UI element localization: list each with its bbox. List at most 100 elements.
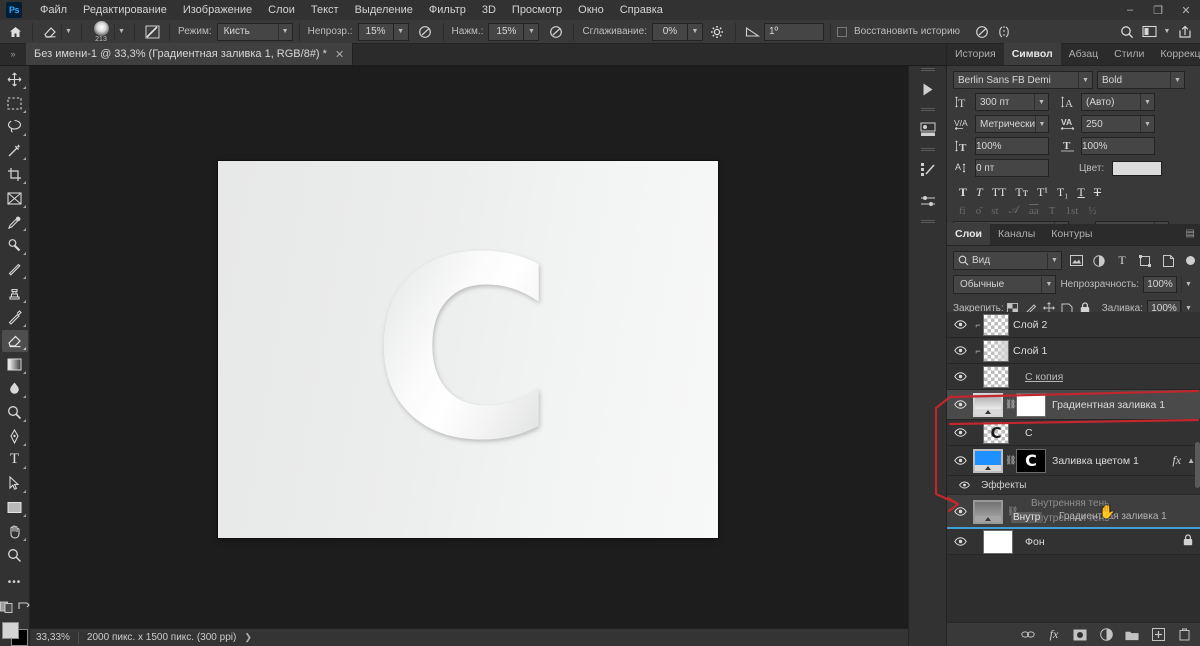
edit-toolbar-button[interactable]: ••• [2, 571, 28, 594]
leading-input[interactable]: (Авто) ▼ [1081, 93, 1155, 111]
standard-ligatures-button[interactable]: fi [959, 205, 966, 217]
layer-row-color-fill-1[interactable]: ⛓ C Заливка цветом 1 fx ▲ [947, 446, 1200, 476]
document-tab[interactable]: Без имени-1 @ 33,3% (Градиентная заливка… [26, 43, 354, 65]
layer-list[interactable]: ⌐ Слой 2 ⌐ Слой 1 С копия ⛓ Градиентная … [947, 312, 1200, 624]
panel-menu-icon[interactable]: ▤ [1180, 223, 1200, 245]
horizontal-scale-input[interactable]: 100% [1081, 137, 1155, 155]
layer-mask-icon[interactable] [1073, 628, 1087, 642]
eyedropper-tool[interactable] [2, 211, 28, 234]
tab-styles[interactable]: Стили [1106, 43, 1152, 65]
menu-item-edit[interactable]: Редактирование [75, 0, 175, 20]
fractions-button[interactable]: ½ [1088, 205, 1096, 217]
smoothing-caret[interactable]: ▼ [687, 22, 703, 41]
layer-name[interactable]: С копия [1025, 371, 1063, 383]
tracking-input[interactable]: 250 ▼ [1081, 115, 1155, 133]
layer-row-sloy-2[interactable]: ⌐ Слой 2 [947, 312, 1200, 338]
layer-thumbnail[interactable] [983, 339, 1009, 362]
pixel-filter-icon[interactable] [1067, 252, 1085, 270]
artboard[interactable]: C [218, 161, 718, 538]
flow-input[interactable]: 15% [488, 22, 525, 41]
eye-icon[interactable] [947, 420, 973, 446]
eye-icon[interactable] [947, 392, 973, 418]
brush-panel-icon[interactable] [141, 22, 163, 42]
history-brush-tool[interactable] [2, 306, 28, 329]
layer-name[interactable]: Слой 1 [1013, 345, 1047, 357]
layer-thumbnail[interactable] [973, 448, 1003, 473]
type-tool[interactable]: T [2, 449, 28, 472]
faux-italic-button[interactable]: T [976, 185, 983, 200]
foreground-color-swatch[interactable] [1, 622, 19, 640]
chevron-double-right-icon[interactable]: » [0, 43, 26, 65]
link-mask-icon[interactable]: ⛓ [1005, 455, 1016, 466]
filter-toggle-switch[interactable] [1186, 256, 1195, 265]
tab-channels[interactable]: Каналы [990, 223, 1043, 245]
tab-paths[interactable]: Контуры [1043, 223, 1100, 245]
symmetry-icon[interactable] [993, 22, 1015, 42]
menu-item-layers[interactable]: Слои [260, 0, 303, 20]
crop-tool[interactable] [2, 163, 28, 186]
lock-icon[interactable] [1183, 534, 1200, 549]
pen-tool[interactable] [2, 425, 28, 448]
smoothing-input[interactable]: 0% [651, 22, 688, 41]
font-family-select[interactable]: Berlin Sans FB Demi ▼ [953, 71, 1093, 89]
baseline-shift-input[interactable]: 0 пт [975, 159, 1049, 177]
menu-item-text[interactable]: Текст [303, 0, 347, 20]
fx-icon[interactable]: fx [1172, 453, 1181, 468]
quick-mask-icon[interactable] [0, 601, 14, 616]
layer-blend-mode-select[interactable]: Обычные ▼ [953, 275, 1057, 294]
new-layer-icon[interactable] [1151, 628, 1165, 642]
layer-drag-ghost-row[interactable]: ⛓ Внутренняя тень Внутренняя тень Внутр … [947, 495, 1200, 529]
layer-name[interactable]: Заливка цветом 1 [1052, 455, 1139, 467]
chevron-up-icon[interactable]: ▲ [1187, 456, 1195, 465]
eye-icon[interactable] [947, 499, 973, 525]
maximize-button[interactable]: ❐ [1144, 0, 1172, 20]
rectangular-marquee-tool[interactable] [2, 92, 28, 115]
eraser-tool[interactable] [1, 329, 28, 353]
flow-caret[interactable]: ▼ [524, 22, 540, 41]
clone-stamp-tool[interactable] [2, 282, 28, 305]
menu-item-help[interactable]: Справка [612, 0, 671, 20]
swash-button[interactable]: 𝒜 [1009, 204, 1019, 217]
gear-icon[interactable] [707, 22, 729, 42]
tab-character[interactable]: Символ [1003, 43, 1061, 65]
layer-thumbnail[interactable]: C [983, 421, 1009, 444]
lasso-tool[interactable] [2, 116, 28, 139]
shape-filter-icon[interactable] [1136, 252, 1154, 270]
menu-item-filter[interactable]: Фильтр [421, 0, 474, 20]
layer-style-icon[interactable]: fx [1047, 627, 1061, 642]
text-color-swatch[interactable] [1112, 160, 1163, 176]
delete-layer-icon[interactable] [1177, 628, 1191, 642]
font-style-select[interactable]: Bold ▼ [1097, 71, 1185, 89]
layer-row-background[interactable]: Фон [947, 529, 1200, 555]
layer-thumbnail[interactable] [983, 529, 1013, 554]
search-icon[interactable] [1116, 22, 1138, 42]
layer-mask-thumbnail[interactable]: C [1016, 448, 1046, 473]
adjustment-filter-icon[interactable] [1090, 252, 1108, 270]
pressure-icon[interactable] [545, 22, 567, 42]
tablet-pressure-size-icon[interactable] [971, 22, 993, 42]
effects-group-row[interactable]: Эффекты [947, 476, 1200, 495]
smartobject-filter-icon[interactable] [1159, 252, 1177, 270]
tab-adjustments[interactable]: Коррекция [1152, 43, 1200, 65]
chevron-right-icon[interactable]: ❯ [244, 632, 252, 643]
eye-icon[interactable] [947, 529, 973, 555]
tablet-opacity-icon[interactable] [415, 22, 437, 42]
blend-mode-select[interactable]: Кисть ▼ [216, 22, 293, 41]
menu-item-view[interactable]: Просмотр [504, 0, 570, 20]
close-icon[interactable]: ✕ [335, 48, 344, 61]
workspace-caret[interactable]: ▼ [1160, 24, 1174, 40]
share-icon[interactable] [1174, 22, 1196, 42]
menu-item-file[interactable]: Файл [32, 0, 75, 20]
layer-filter-select[interactable]: Вид ▼ [953, 251, 1062, 270]
menu-item-image[interactable]: Изображение [175, 0, 260, 20]
move-tool[interactable] [2, 68, 28, 91]
adjustments-icon[interactable] [911, 154, 945, 184]
layer-name[interactable]: Градиентная заливка 1 [1052, 399, 1165, 411]
zoom-level[interactable]: 33,33% [30, 632, 78, 643]
rectangle-tool[interactable] [2, 496, 28, 519]
layer-row-c[interactable]: C С [947, 420, 1200, 446]
properties-icon[interactable] [911, 186, 945, 216]
workspace-icon[interactable] [1138, 22, 1160, 42]
eye-icon[interactable] [947, 312, 973, 338]
brush-tool[interactable] [2, 258, 28, 281]
